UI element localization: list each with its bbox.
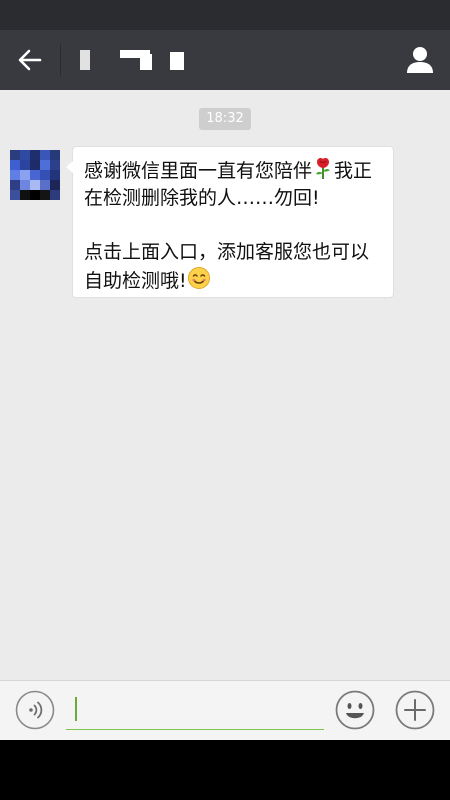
plus-button[interactable] (395, 690, 435, 730)
back-button[interactable] (10, 40, 50, 80)
text-cursor (75, 697, 77, 721)
chat-area: 18:32 感谢微信里面一直有您陪伴 我正在检测删除我的人……勿回! 点击上面入口… (0, 90, 450, 680)
message-timestamp: 18:32 (199, 108, 251, 130)
system-nav-bar (0, 740, 450, 800)
status-bar (0, 0, 450, 30)
message-input[interactable] (66, 691, 324, 730)
voice-icon (15, 690, 55, 730)
rose-icon (316, 158, 331, 179)
smiling-face-icon (187, 267, 210, 289)
emoji-button[interactable] (335, 690, 375, 730)
input-bar (0, 680, 450, 740)
chat-title (78, 46, 198, 74)
person-icon (407, 47, 433, 73)
bubble-tail (66, 161, 73, 173)
message-bubble[interactable]: 感谢微信里面一直有您陪伴 我正在检测删除我的人……勿回! 点击上面入口，添加客服您… (66, 146, 394, 298)
message-text: 感谢微信里面一直有您陪伴 我正在检测删除我的人……勿回! 点击上面入口，添加客服您… (84, 156, 384, 295)
profile-button[interactable] (402, 42, 438, 78)
title-bar (0, 30, 450, 90)
emoji-icon (335, 690, 375, 730)
avatar[interactable] (10, 150, 60, 200)
title-divider (60, 44, 61, 76)
message-text-part-1: 感谢微信里面一直有您陪伴 (84, 160, 313, 182)
arrow-left-icon (18, 49, 42, 71)
plus-icon (395, 690, 435, 730)
voice-button[interactable] (15, 690, 55, 730)
